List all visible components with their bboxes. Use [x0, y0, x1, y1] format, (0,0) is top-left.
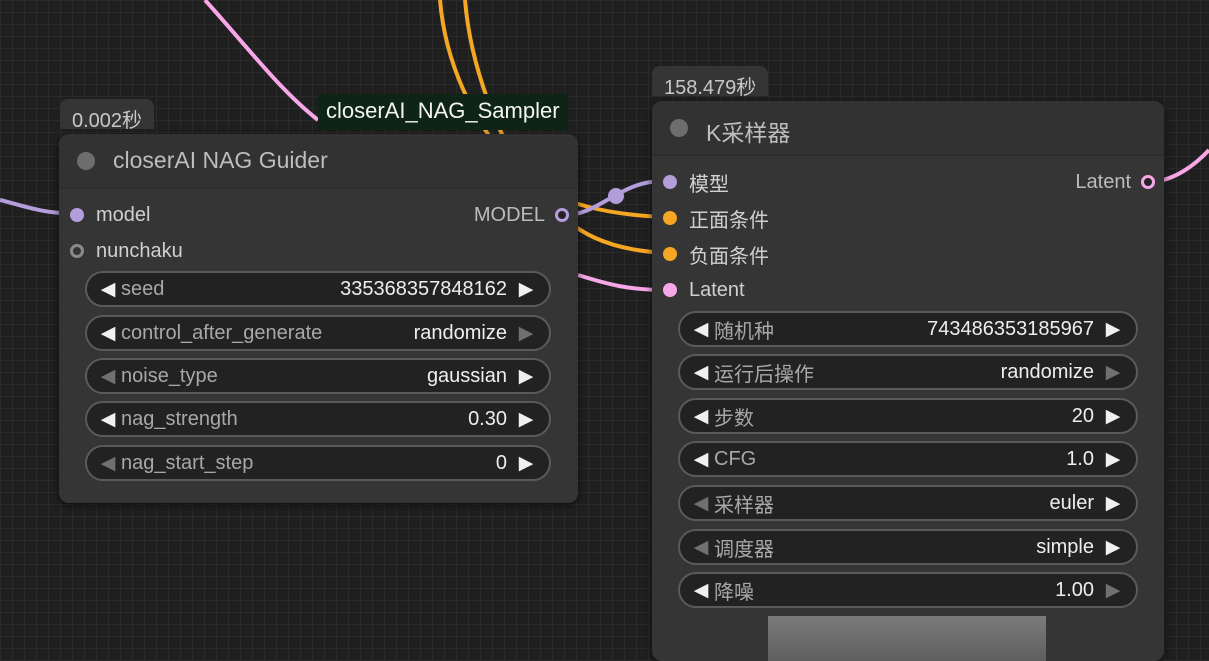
slot-label: MODEL	[473, 203, 545, 226]
widget-label: 采样器	[714, 494, 774, 517]
increment-arrow-icon[interactable]: ▶	[1100, 492, 1126, 515]
slot-label: Latent	[689, 278, 745, 301]
widget-control-after-generate[interactable]: ◀ 运行后操作 randomize ▶	[678, 354, 1138, 390]
decrement-arrow-icon[interactable]: ◀	[688, 448, 714, 471]
widget-seed[interactable]: ◀ seed 335368357848162 ▶	[85, 271, 551, 307]
decrement-arrow-icon[interactable]: ◀	[688, 361, 714, 384]
increment-arrow-icon[interactable]: ▶	[1100, 579, 1126, 602]
widget-cfg[interactable]: ◀ CFG 1.0 ▶	[678, 441, 1138, 477]
increment-arrow-icon[interactable]: ▶	[513, 408, 539, 431]
widget-label: control_after_generate	[121, 321, 323, 344]
input-slot-model[interactable]: model	[70, 200, 150, 230]
output-slot-model[interactable]: MODEL	[474, 200, 569, 230]
guider-timing-badge: 0.002秒	[60, 99, 155, 132]
increment-arrow-icon[interactable]: ▶	[1100, 536, 1126, 559]
input-pin-icon[interactable]	[70, 208, 84, 222]
widget-value[interactable]: 743486353185967	[774, 318, 1100, 341]
decrement-arrow-icon[interactable]: ◀	[688, 492, 714, 515]
node-title: closerAI NAG Guider	[113, 147, 328, 173]
widget-label: 运行后操作	[714, 363, 814, 386]
widget-denoise[interactable]: ◀ 降噪 1.00 ▶	[678, 572, 1138, 608]
widget-label: CFG	[714, 447, 757, 470]
slot-label: 正面条件	[689, 209, 769, 232]
latent-wire-top	[203, 0, 320, 122]
decrement-arrow-icon[interactable]: ◀	[688, 536, 714, 559]
increment-arrow-icon[interactable]: ▶	[513, 452, 539, 475]
decrement-arrow-icon[interactable]: ◀	[688, 405, 714, 428]
node-title: K采样器	[706, 120, 791, 146]
input-pin-icon[interactable]	[663, 247, 677, 261]
output-image-preview[interactable]	[768, 616, 1046, 661]
increment-arrow-icon[interactable]: ▶	[1100, 318, 1126, 341]
widget-value[interactable]: euler	[774, 492, 1100, 515]
widget-label: nag_start_step	[121, 451, 254, 474]
input-pin-icon[interactable]	[663, 283, 677, 297]
widget-value[interactable]: 335368357848162	[164, 278, 513, 301]
increment-arrow-icon[interactable]: ▶	[513, 365, 539, 388]
increment-arrow-icon[interactable]: ▶	[1100, 405, 1126, 428]
widget-value[interactable]: 20	[754, 405, 1100, 428]
widget-value[interactable]: 1.00	[754, 579, 1100, 602]
collapse-dot-icon[interactable]	[77, 152, 95, 170]
widget-label: nag_strength	[121, 407, 238, 430]
wire-reroute-dot	[608, 188, 624, 204]
widget-seed[interactable]: ◀ 随机种 743486353185967 ▶	[678, 311, 1138, 347]
widget-value[interactable]: randomize	[814, 361, 1100, 384]
widget-value[interactable]: 0	[253, 452, 513, 475]
widget-noise-type[interactable]: ◀ noise_type gaussian ▶	[85, 358, 551, 394]
input-pin-icon[interactable]	[663, 211, 677, 225]
input-slot-positive[interactable]: 正面条件	[663, 203, 769, 233]
widget-label: 步数	[714, 407, 754, 430]
input-slot-latent[interactable]: Latent	[663, 275, 745, 305]
model-wire-left	[0, 198, 63, 215]
input-pin-icon[interactable]	[663, 175, 677, 189]
widget-label: seed	[121, 277, 165, 300]
widget-value[interactable]: simple	[774, 536, 1100, 559]
increment-arrow-icon[interactable]: ▶	[513, 322, 539, 345]
input-slot-nunchaku[interactable]: nunchaku	[70, 236, 183, 266]
slot-label: 负面条件	[689, 245, 769, 268]
output-pin-icon[interactable]	[1141, 175, 1155, 189]
widget-label: 降噪	[714, 581, 754, 604]
input-slot-model[interactable]: 模型	[663, 167, 729, 197]
increment-arrow-icon[interactable]: ▶	[1100, 361, 1126, 384]
widget-value[interactable]: gaussian	[218, 365, 513, 388]
widget-label: 随机种	[714, 320, 774, 343]
widget-control-after-generate[interactable]: ◀ control_after_generate randomize ▶	[85, 315, 551, 351]
widget-value[interactable]: 0.30	[238, 408, 513, 431]
slot-label: Latent	[1075, 170, 1131, 193]
decrement-arrow-icon[interactable]: ◀	[688, 579, 714, 602]
ksampler-node[interactable]: K采样器 模型 正面条件 负面条件 Latent Latent ◀ 随机种 74…	[652, 101, 1164, 661]
slot-label: model	[96, 203, 151, 226]
widget-label: noise_type	[121, 364, 218, 387]
output-slot-latent[interactable]: Latent	[1075, 167, 1155, 197]
decrement-arrow-icon[interactable]: ◀	[95, 452, 121, 475]
collapse-dot-icon[interactable]	[670, 119, 688, 137]
decrement-arrow-icon[interactable]: ◀	[95, 408, 121, 431]
increment-arrow-icon[interactable]: ▶	[513, 278, 539, 301]
widget-value[interactable]: randomize	[322, 322, 513, 345]
slot-label: nunchaku	[96, 239, 183, 262]
node-header[interactable]: K采样器	[652, 101, 1164, 156]
widget-label: 调度器	[714, 538, 774, 561]
nag-guider-node[interactable]: closerAI NAG Guider model nunchaku MODEL…	[59, 134, 578, 503]
increment-arrow-icon[interactable]: ▶	[1100, 448, 1126, 471]
sampler-title-badge[interactable]: closerAI_NAG_Sampler	[318, 94, 568, 130]
widget-sampler-name[interactable]: ◀ 采样器 euler ▶	[678, 485, 1138, 521]
widget-scheduler[interactable]: ◀ 调度器 simple ▶	[678, 529, 1138, 565]
widget-steps[interactable]: ◀ 步数 20 ▶	[678, 398, 1138, 434]
widget-nag-strength[interactable]: ◀ nag_strength 0.30 ▶	[85, 401, 551, 437]
decrement-arrow-icon[interactable]: ◀	[95, 322, 121, 345]
node-header[interactable]: closerAI NAG Guider	[59, 134, 578, 189]
decrement-arrow-icon[interactable]: ◀	[95, 278, 121, 301]
input-pin-icon[interactable]	[70, 244, 84, 258]
widget-value[interactable]: 1.0	[756, 448, 1100, 471]
widget-nag-start-step[interactable]: ◀ nag_start_step 0 ▶	[85, 445, 551, 481]
input-slot-negative[interactable]: 负面条件	[663, 239, 769, 269]
ksampler-timing-badge: 158.479秒	[652, 66, 769, 99]
decrement-arrow-icon[interactable]: ◀	[688, 318, 714, 341]
output-pin-icon[interactable]	[555, 208, 569, 222]
slot-label: 模型	[689, 173, 729, 196]
decrement-arrow-icon[interactable]: ◀	[95, 365, 121, 388]
